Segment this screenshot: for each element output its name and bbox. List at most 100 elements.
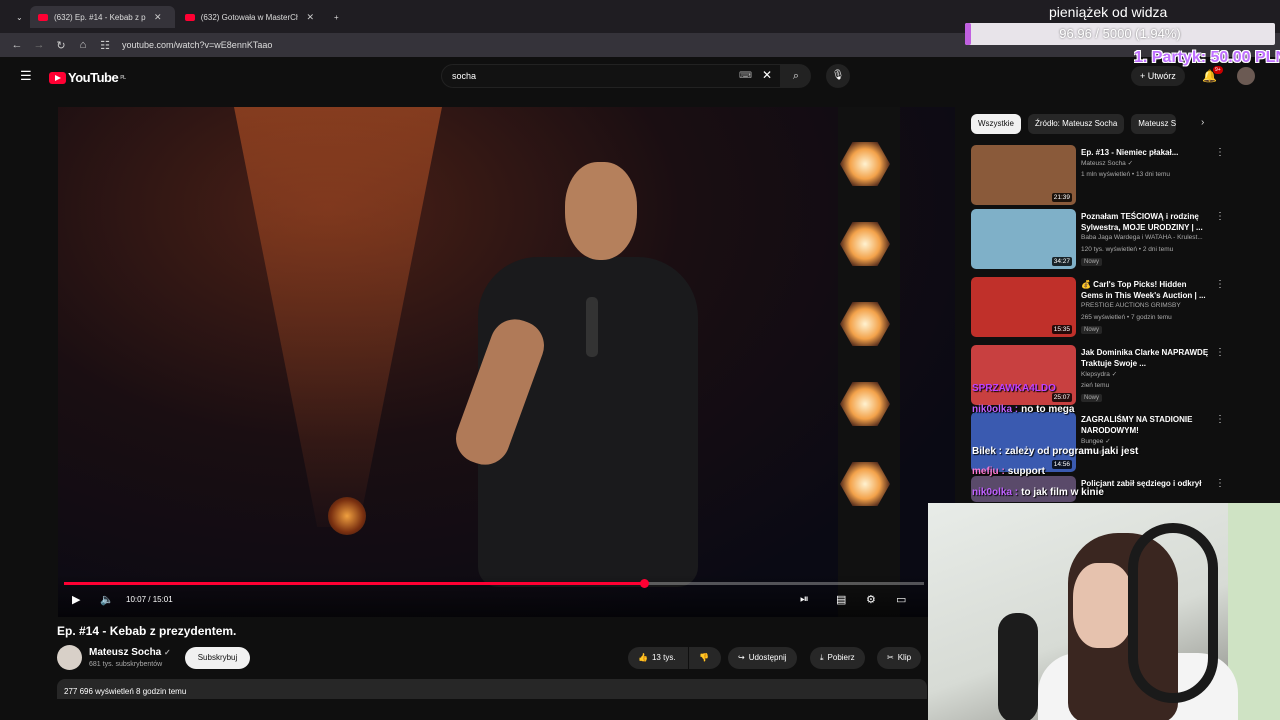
video-thumbnail[interactable]: 25:07 bbox=[971, 345, 1076, 405]
home-icon[interactable]: ⌂ bbox=[72, 39, 94, 51]
dislike-button[interactable]: 👎 bbox=[689, 647, 721, 669]
logo-region: PL bbox=[120, 74, 126, 81]
comedian-head bbox=[565, 162, 637, 260]
new-badge: Nowy bbox=[1081, 258, 1103, 266]
microphone-icon: 🎙 bbox=[831, 70, 845, 81]
chip-source[interactable]: Źródło: Mateusz Socha bbox=[1028, 114, 1125, 134]
more-options-icon[interactable]: ⋮ bbox=[1215, 279, 1225, 290]
duration-badge: 25:07 bbox=[1051, 393, 1072, 402]
duration-badge: 34:27 bbox=[1051, 257, 1072, 266]
chat-text: no to mega bbox=[1021, 404, 1075, 415]
download-button[interactable]: ⤓ Pobierz bbox=[810, 647, 865, 669]
new-tab-button[interactable]: + bbox=[326, 6, 347, 28]
create-button[interactable]: + Utwórz bbox=[1131, 66, 1185, 86]
channel-name[interactable]: Mateusz Socha ✓ bbox=[89, 647, 171, 658]
recommended-channel[interactable]: PRESTIGE AUCTIONS GRIMSBY bbox=[1081, 302, 1181, 309]
theater-mode-icon[interactable]: ▭ bbox=[896, 593, 906, 606]
menu-icon[interactable]: ☰ bbox=[20, 68, 32, 84]
chat-text: SPRZAWKA4LDO bbox=[972, 383, 1056, 394]
search-icon: ⌕ bbox=[792, 70, 800, 82]
url-field[interactable]: youtube.com/watch?v=wE8ennKTaao bbox=[122, 40, 272, 50]
webcam-overlay bbox=[928, 503, 1280, 720]
video-thumbnail[interactable]: 34:27 bbox=[971, 209, 1076, 269]
search-input[interactable]: socha ⌨ ✕ bbox=[441, 64, 781, 88]
site-settings-icon[interactable]: ☷ bbox=[94, 39, 116, 52]
reload-icon[interactable]: ↻ bbox=[50, 39, 72, 52]
progress-bar[interactable] bbox=[64, 579, 924, 588]
recommended-channel[interactable]: Mateusz Socha ✓ bbox=[1081, 159, 1133, 167]
clear-search-icon[interactable]: ✕ bbox=[762, 68, 772, 82]
share-label: Udostępnij bbox=[748, 653, 787, 662]
logo-text: YouTube bbox=[68, 70, 119, 85]
recommended-video[interactable]: 34:27 Poznałam TEŚCIOWĄ i rodzinę Sylwes… bbox=[971, 209, 1225, 269]
chat-text: support bbox=[1007, 466, 1045, 477]
tab-youtube-2[interactable]: (632) Gotowała w MasterChef ✕ bbox=[177, 6, 322, 28]
new-badge: Nowy bbox=[1081, 394, 1103, 402]
recommended-title[interactable]: Jak Dominika Clarke NAPRAWDĘ Traktuje Sw… bbox=[1081, 347, 1209, 369]
channel-name-text: Mateusz Socha bbox=[89, 647, 162, 658]
new-badge: Nowy bbox=[1081, 326, 1103, 334]
play-icon[interactable]: ▶ bbox=[72, 593, 80, 606]
chat-message: nik0olka : no to mega bbox=[972, 404, 1074, 415]
channel-avatar[interactable] bbox=[57, 645, 82, 670]
youtube-logo[interactable]: YouTube PL bbox=[49, 70, 126, 85]
chip-all[interactable]: Wszystkie bbox=[971, 114, 1021, 134]
recommended-title[interactable]: Poznałam TEŚCIOWĄ i rodzinę Sylwestra, M… bbox=[1081, 211, 1209, 233]
notification-badge: 9+ bbox=[1213, 66, 1223, 74]
tab-list-button[interactable]: ⌄ bbox=[8, 6, 28, 28]
duration-badge: 21:39 bbox=[1051, 193, 1072, 202]
recommended-channel[interactable]: Baba Jaga Wardega i WATAHA - Krulest... bbox=[1081, 234, 1203, 241]
donation-progress-text: 96.96 / 5000 (1.94%) bbox=[1059, 26, 1181, 41]
more-options-icon[interactable]: ⋮ bbox=[1215, 478, 1225, 489]
close-tab-icon[interactable]: ✕ bbox=[306, 12, 314, 23]
chevron-right-icon[interactable]: › bbox=[1201, 117, 1204, 128]
more-options-icon[interactable]: ⋮ bbox=[1215, 147, 1225, 158]
recommended-channel[interactable]: Bungee ✓ bbox=[1081, 437, 1111, 445]
video-thumbnail[interactable]: 14:56 bbox=[971, 412, 1076, 472]
share-button[interactable]: ↪ Udostępnij bbox=[728, 647, 797, 669]
search-button[interactable]: ⌕ bbox=[781, 64, 811, 88]
chat-user: nik0olka : bbox=[972, 404, 1019, 415]
forward-icon[interactable]: → bbox=[28, 39, 50, 51]
more-options-icon[interactable]: ⋮ bbox=[1215, 414, 1225, 425]
verified-icon: ✓ bbox=[164, 648, 171, 657]
keyboard-icon[interactable]: ⌨ bbox=[739, 70, 752, 81]
video-player[interactable] bbox=[58, 107, 955, 617]
clip-button[interactable]: ✂ Klip bbox=[877, 647, 922, 669]
share-icon: ↪ bbox=[738, 653, 745, 662]
voice-search-button[interactable]: 🎙 bbox=[826, 64, 850, 88]
close-tab-icon[interactable]: ✕ bbox=[154, 12, 162, 23]
recommended-title[interactable]: Ep. #13 - Niemiec płakał... bbox=[1081, 147, 1209, 158]
settings-gear-icon[interactable]: ⚙ bbox=[866, 593, 876, 606]
more-options-icon[interactable]: ⋮ bbox=[1215, 211, 1225, 222]
back-icon[interactable]: ← bbox=[6, 39, 28, 51]
recommended-video[interactable]: 14:56 ZAGRALIŚMY NA STADIONIE NARODOWYM!… bbox=[971, 412, 1225, 472]
recommended-meta: zień temu bbox=[1081, 382, 1110, 389]
video-thumbnail[interactable]: 21:39 bbox=[971, 145, 1076, 205]
tab-youtube-active[interactable]: (632) Ep. #14 - Kebab z prez ✕ bbox=[30, 6, 175, 28]
search-value: socha bbox=[452, 71, 477, 81]
description-box[interactable]: 277 696 wyświetleń 8 godzin temu bbox=[57, 679, 927, 699]
donation-goal: pieniążek od widza 96.96 / 5000 (1.94%) bbox=[965, 0, 1280, 50]
account-avatar[interactable] bbox=[1237, 67, 1255, 85]
recommended-video[interactable]: 21:39 Ep. #13 - Niemiec płakał... Mateus… bbox=[971, 145, 1225, 205]
autoplay-toggle-icon[interactable]: ⏯ bbox=[800, 593, 809, 606]
chat-user: Bilek : bbox=[972, 446, 1003, 457]
stage-light bbox=[328, 497, 366, 535]
chip-channel[interactable]: Mateusz S bbox=[1131, 114, 1177, 134]
subtitles-icon[interactable]: ▤ bbox=[836, 593, 846, 606]
donation-title: pieniążek od widza bbox=[1049, 4, 1168, 20]
more-options-icon[interactable]: ⋮ bbox=[1215, 347, 1225, 358]
scrub-handle[interactable] bbox=[639, 579, 649, 588]
video-thumbnail[interactable]: 15:35 bbox=[971, 277, 1076, 337]
headphones bbox=[1128, 523, 1218, 703]
top-donor: 1. Partyk: 50.00 PLN bbox=[1134, 49, 1280, 66]
recommended-video[interactable]: 15:35 💰 Carl's Top Picks! Hidden Gems in… bbox=[971, 277, 1225, 337]
subscribe-button[interactable]: Subskrybuj bbox=[185, 647, 250, 669]
recommended-title[interactable]: ZAGRALIŚMY NA STADIONIE NARODOWYM! bbox=[1081, 414, 1209, 436]
like-button[interactable]: 👍 13 tys. bbox=[628, 647, 688, 669]
recommended-channel[interactable]: Klepsydra ✓ bbox=[1081, 370, 1117, 378]
volume-icon[interactable]: 🔈 bbox=[100, 593, 114, 606]
recommended-title[interactable]: 💰 Carl's Top Picks! Hidden Gems in This … bbox=[1081, 279, 1209, 301]
recommended-video[interactable]: 25:07 Jak Dominika Clarke NAPRAWDĘ Trakt… bbox=[971, 345, 1225, 405]
